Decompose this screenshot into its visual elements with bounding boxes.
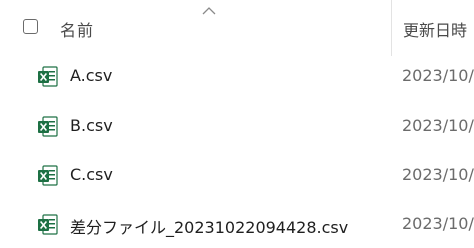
file-modified-date: 2023/10/ (402, 165, 474, 184)
excel-csv-file-icon (38, 66, 58, 87)
column-header-name[interactable]: 名前 (60, 17, 94, 41)
excel-csv-file-icon (38, 116, 58, 137)
file-name: B.csv (70, 116, 113, 135)
select-all-checkbox[interactable] (23, 19, 38, 34)
file-row[interactable]: C.csv 2023/10/ (0, 153, 474, 199)
file-name: C.csv (70, 165, 113, 184)
excel-csv-file-icon (38, 214, 58, 235)
column-divider[interactable] (391, 0, 392, 56)
file-row[interactable]: 差分ファイル_20231022094428.csv 2023/10/ (0, 202, 474, 248)
excel-csv-file-icon (38, 165, 58, 186)
file-row[interactable]: A.csv 2023/10/ (0, 54, 474, 100)
file-modified-date: 2023/10/ (402, 214, 474, 233)
file-name: A.csv (70, 66, 113, 85)
file-name: 差分ファイル_20231022094428.csv (70, 218, 349, 237)
column-header: 名前 更新日時 (0, 0, 474, 56)
file-modified-date: 2023/10/ (402, 66, 474, 85)
column-header-modified[interactable]: 更新日時 (403, 17, 467, 41)
chevron-up-icon[interactable] (202, 6, 216, 16)
file-row[interactable]: B.csv 2023/10/ (0, 104, 474, 150)
file-modified-date: 2023/10/ (402, 116, 474, 135)
